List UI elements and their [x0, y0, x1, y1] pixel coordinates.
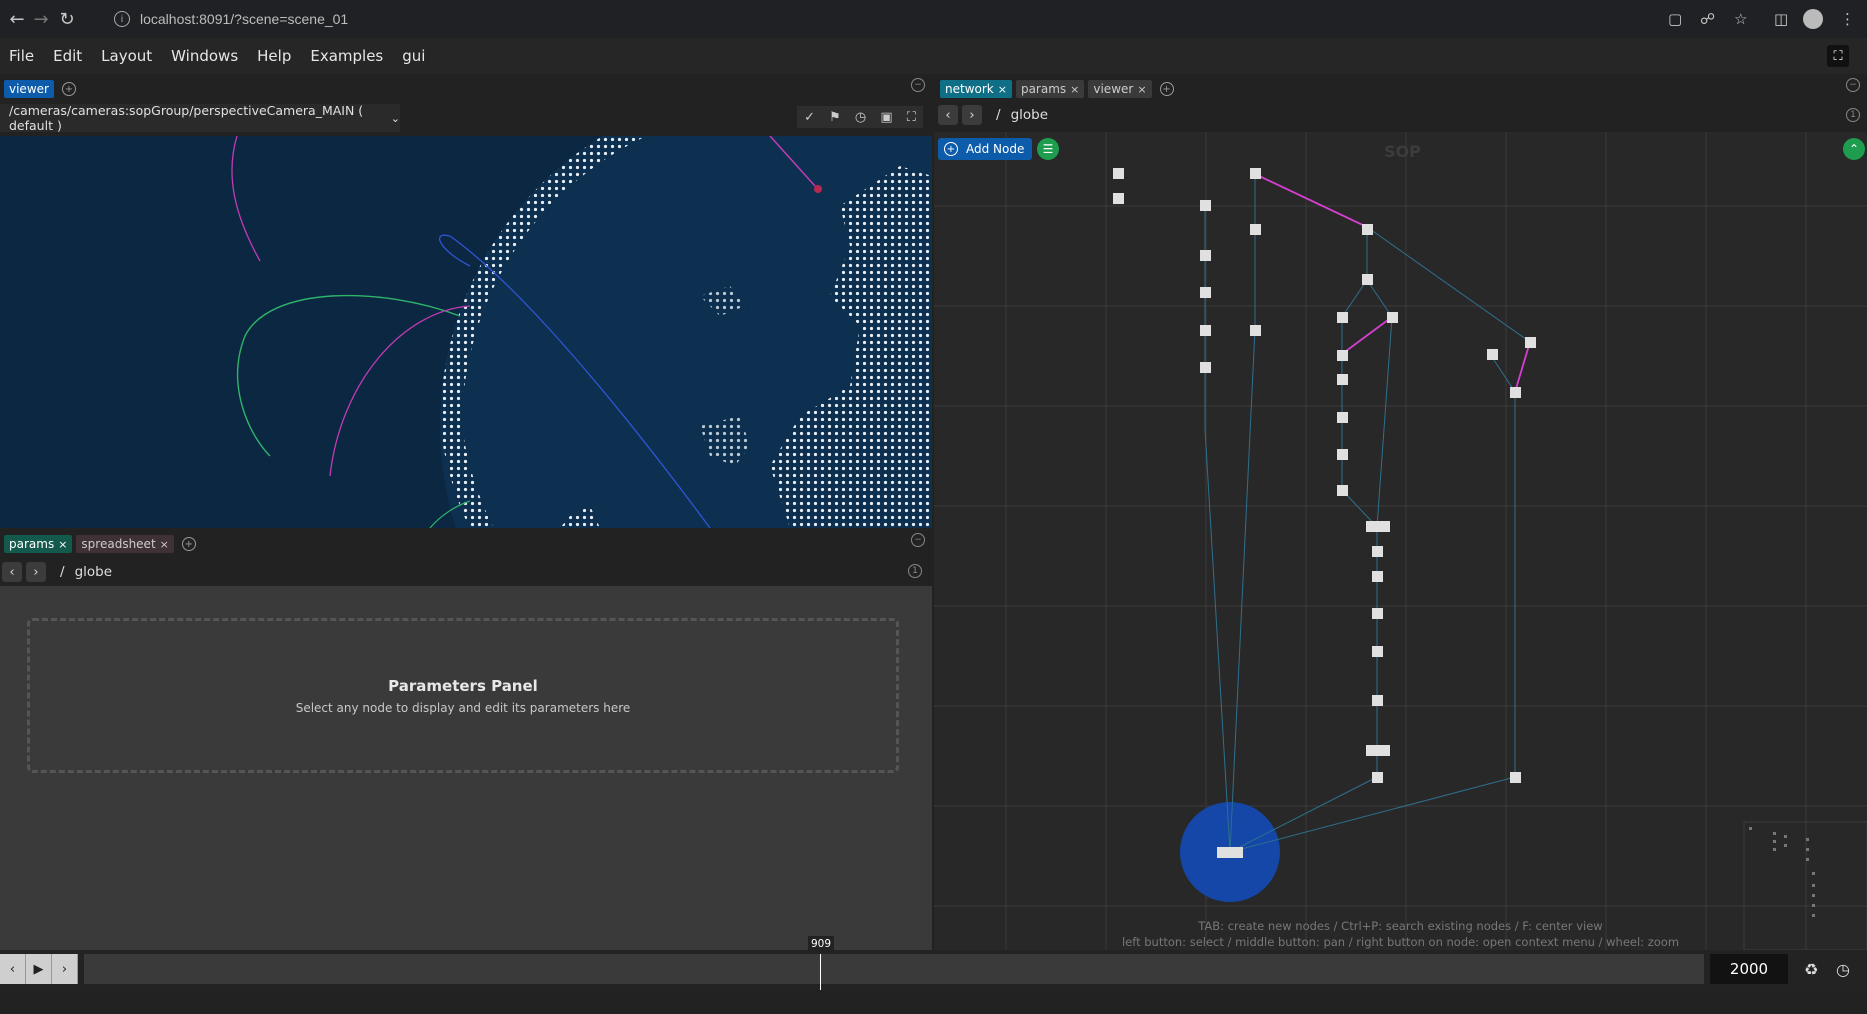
- viewport-render: [231, 136, 932, 528]
- params-empty-title: Parameters Panel: [388, 676, 538, 695]
- close-icon[interactable]: ×: [1070, 83, 1079, 96]
- playback-controls: ‹ ▶ ›: [0, 954, 80, 984]
- 3d-viewport[interactable]: [0, 136, 932, 528]
- expand-icon[interactable]: ⛶: [907, 110, 916, 125]
- timeline-cursor[interactable]: 909: [808, 936, 834, 994]
- timeline-track[interactable]: 909: [84, 936, 1704, 994]
- add-tab-icon[interactable]: +: [61, 82, 76, 96]
- tab-label: viewer: [1093, 82, 1134, 96]
- panel-options-icon[interactable]: −: [911, 533, 925, 547]
- breadcrumb-globe[interactable]: globe: [1011, 107, 1048, 123]
- network-editor[interactable]: + Add Node ☰ ⌃ SOP TAB: create new nodes…: [934, 132, 1867, 950]
- camera-selector[interactable]: /cameras/cameras:sopGroup/perspectiveCam…: [0, 103, 400, 133]
- menu-edit[interactable]: Edit: [53, 47, 82, 65]
- viewer-toolbar: ✓ ⚑ ◷ ▣ ⛶: [797, 106, 923, 128]
- forward-button[interactable]: ›: [962, 105, 982, 125]
- back-button[interactable]: ‹: [2, 562, 22, 582]
- browser-toolbar: ← → ↻ i localhost:8091/?scene=scene_01 ▢…: [0, 0, 1867, 38]
- fullscreen-icon[interactable]: ⛶: [1827, 45, 1849, 67]
- close-icon[interactable]: ×: [998, 83, 1007, 96]
- profile-avatar-icon[interactable]: [1803, 4, 1823, 34]
- camera-path: /cameras/cameras:sopGroup/perspectiveCam…: [9, 103, 364, 133]
- node-graph: [934, 132, 1867, 950]
- params-tabbar: params × spreadsheet × +: [4, 532, 196, 556]
- loop-icon[interactable]: ♻: [1804, 960, 1818, 979]
- flag-icon[interactable]: ⚑: [829, 110, 841, 125]
- params-panel: Parameters Panel Select any node to disp…: [0, 586, 932, 950]
- end-frame-field[interactable]: 2000: [1710, 954, 1788, 984]
- tab-label: params: [1020, 82, 1067, 96]
- side-panel-icon[interactable]: ◫: [1774, 4, 1788, 34]
- camera-icon[interactable]: ▣: [880, 110, 892, 125]
- forward-button[interactable]: ›: [26, 562, 46, 582]
- network-breadcrumb-bar: ‹ › / globe 1: [936, 102, 1867, 128]
- tab-label: viewer: [9, 82, 49, 96]
- current-frame: 909: [808, 936, 834, 952]
- menu-help[interactable]: Help: [257, 47, 291, 65]
- clock-icon[interactable]: ◷: [855, 110, 866, 125]
- panel-options-icon[interactable]: −: [1846, 78, 1860, 92]
- browser-menu-icon[interactable]: ⋮: [1840, 4, 1855, 34]
- check-icon[interactable]: ✓: [804, 110, 815, 125]
- bookmark-star-icon[interactable]: ☆: [1734, 4, 1747, 34]
- network-context-label: SOP: [1384, 142, 1421, 161]
- tab-params[interactable]: params ×: [1015, 80, 1085, 98]
- timeline-bar: ‹ ▶ › 909 2000 ♻ ◷: [0, 936, 1867, 994]
- info-icon[interactable]: 1: [908, 564, 922, 578]
- clock-icon[interactable]: ◷: [1836, 960, 1850, 979]
- bottom-strip: [0, 990, 1867, 1014]
- reload-icon[interactable]: ↻: [52, 4, 82, 34]
- menu-windows[interactable]: Windows: [171, 47, 238, 65]
- go-up-icon[interactable]: ⌃: [1843, 138, 1865, 160]
- close-icon[interactable]: ×: [1137, 83, 1146, 96]
- breadcrumb-separator: /: [996, 107, 1001, 123]
- info-icon[interactable]: 1: [1846, 108, 1860, 122]
- add-tab-icon[interactable]: +: [1159, 82, 1174, 96]
- back-button[interactable]: ‹: [938, 105, 958, 125]
- add-tab-icon[interactable]: +: [181, 537, 196, 551]
- play-button[interactable]: ▶: [26, 954, 52, 984]
- tab-label: params: [9, 537, 55, 551]
- tab-label: network: [945, 82, 994, 96]
- menu-examples[interactable]: Examples: [310, 47, 383, 65]
- tab-label: spreadsheet: [81, 537, 156, 551]
- help-line-1: TAB: create new nodes / Ctrl+P: search e…: [1198, 919, 1603, 933]
- tab-viewer[interactable]: viewer: [4, 80, 54, 98]
- tab-params[interactable]: params ×: [4, 535, 73, 553]
- site-info-icon[interactable]: i: [114, 11, 130, 27]
- add-node-button[interactable]: + Add Node: [938, 138, 1033, 160]
- menu-layout[interactable]: Layout: [101, 47, 152, 65]
- node-list-icon[interactable]: ☰: [1037, 138, 1059, 160]
- app-menubar: File Edit Layout Windows Help Examples g…: [0, 38, 1867, 74]
- close-icon[interactable]: ×: [58, 538, 67, 551]
- help-line-2: left button: select / middle button: pan…: [1121, 935, 1680, 949]
- step-back-button[interactable]: ‹: [0, 954, 26, 984]
- tab-spreadsheet[interactable]: spreadsheet ×: [76, 535, 174, 553]
- plus-icon: +: [944, 142, 958, 156]
- tab-viewer[interactable]: viewer ×: [1088, 80, 1152, 98]
- params-breadcrumb-bar: ‹ › / globe 1: [0, 559, 932, 585]
- install-app-icon[interactable]: ▢: [1668, 4, 1682, 34]
- params-empty-subtitle: Select any node to display and edit its …: [295, 700, 631, 715]
- params-empty-state: Parameters Panel Select any node to disp…: [27, 618, 899, 773]
- viewer-tabbar: viewer +: [4, 77, 76, 101]
- share-icon[interactable]: ☍: [1700, 4, 1715, 34]
- breadcrumb-separator: /: [60, 564, 65, 580]
- url-text: localhost:8091/?scene=scene_01: [140, 11, 349, 27]
- network-tabbar: network × params × viewer × +: [940, 77, 1174, 101]
- menu-file[interactable]: File: [9, 47, 34, 65]
- chevron-down-icon: ⌄: [390, 111, 400, 125]
- network-help-text: TAB: create new nodes / Ctrl+P: search e…: [934, 918, 1867, 950]
- add-node-label: Add Node: [966, 142, 1025, 156]
- address-bar[interactable]: i localhost:8091/?scene=scene_01: [104, 4, 1744, 34]
- close-icon[interactable]: ×: [160, 538, 169, 551]
- tab-network[interactable]: network ×: [940, 80, 1012, 98]
- step-forward-button[interactable]: ›: [52, 954, 78, 984]
- panel-options-icon[interactable]: −: [911, 78, 925, 92]
- menu-gui[interactable]: gui: [402, 47, 425, 65]
- breadcrumb-globe[interactable]: globe: [75, 564, 112, 580]
